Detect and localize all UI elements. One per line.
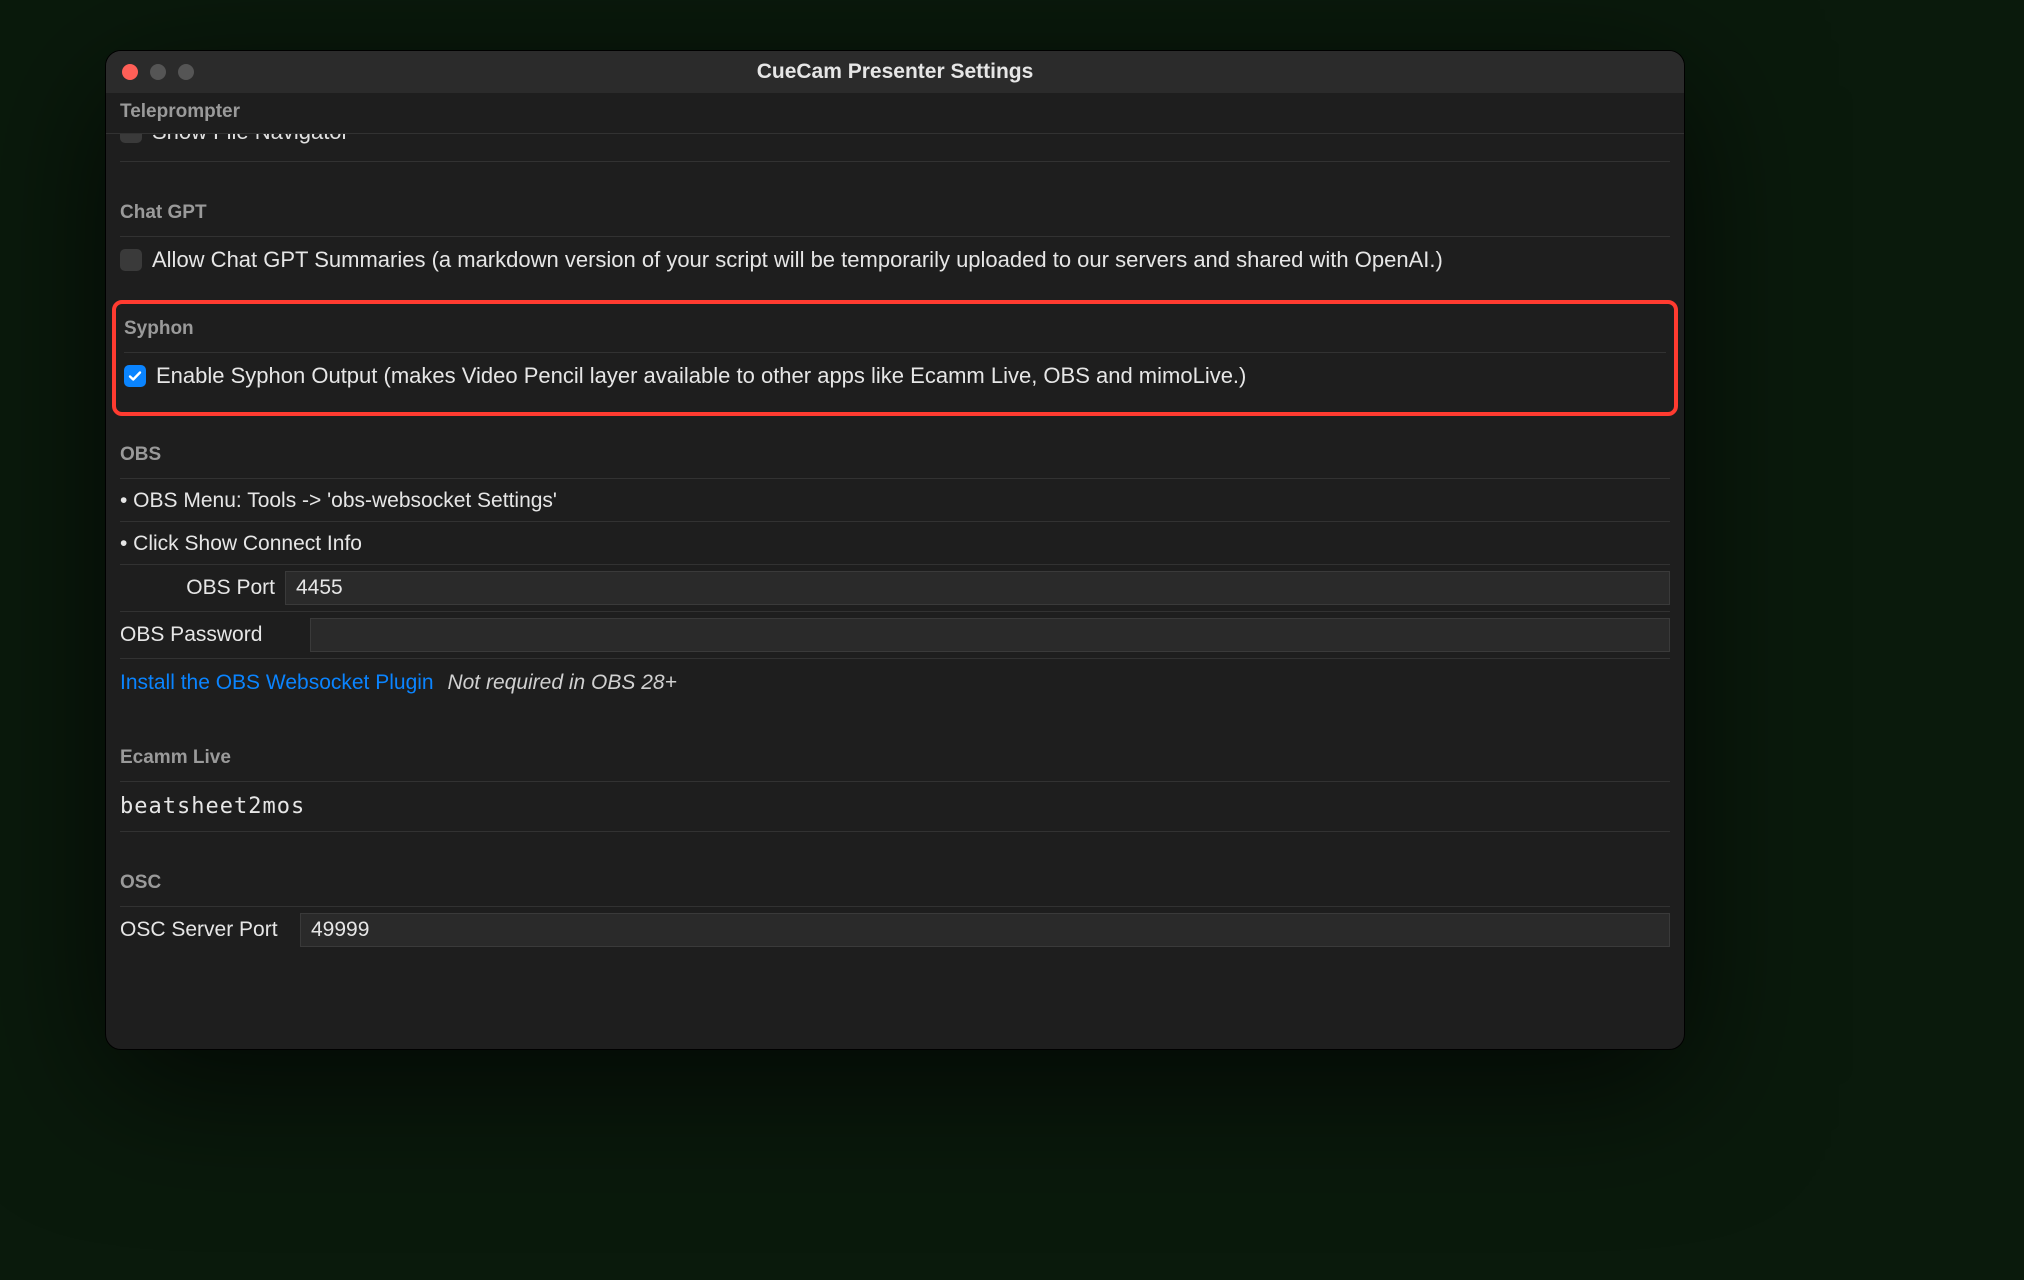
settings-scroll-area[interactable]: Show File Navigator Chat GPT Allow Chat …	[106, 134, 1684, 1049]
chatgpt-summaries-label: Allow Chat GPT Summaries (a markdown ver…	[152, 247, 1443, 273]
show-file-navigator-checkbox[interactable]	[120, 134, 142, 143]
syphon-enable-label: Enable Syphon Output (makes Video Pencil…	[156, 363, 1246, 389]
chatgpt-summaries-row: Allow Chat GPT Summaries (a markdown ver…	[120, 236, 1670, 282]
section-header-obs: OBS	[120, 416, 1670, 478]
section-header-syphon: Syphon	[124, 308, 1666, 352]
osc-port-label: OSC Server Port	[120, 918, 290, 942]
window-title: CueCam Presenter Settings	[106, 60, 1684, 84]
settings-window: CueCam Presenter Settings Teleprompter S…	[105, 50, 1685, 1050]
section-header-osc: OSC	[120, 832, 1670, 906]
checkmark-icon	[127, 368, 143, 384]
titlebar: CueCam Presenter Settings	[106, 51, 1684, 93]
chatgpt-summaries-checkbox[interactable]	[120, 249, 142, 271]
obs-port-label: OBS Port	[120, 576, 275, 600]
osc-port-input[interactable]	[300, 913, 1670, 947]
obs-password-input[interactable]	[310, 618, 1670, 652]
obs-info-line-2: • Click Show Connect Info	[120, 521, 1670, 564]
obs-password-label: OBS Password	[120, 623, 300, 647]
obs-password-row: OBS Password	[120, 611, 1670, 658]
obs-plugin-row: Install the OBS Websocket Plugin Not req…	[120, 658, 1670, 707]
teleprompter-show-file-navigator-row: Show File Navigator	[120, 134, 1670, 162]
obs-port-input[interactable]	[285, 571, 1670, 605]
syphon-enable-row: Enable Syphon Output (makes Video Pencil…	[124, 352, 1666, 398]
obs-port-row: OBS Port	[120, 564, 1670, 611]
syphon-highlight-box: Syphon Enable Syphon Output (makes Video…	[112, 300, 1678, 416]
obs-plugin-note: Not required in OBS 28+	[447, 671, 676, 694]
syphon-enable-checkbox[interactable]	[124, 365, 146, 387]
obs-websocket-plugin-link[interactable]: Install the OBS Websocket Plugin	[120, 671, 434, 694]
show-file-navigator-label: Show File Navigator	[152, 134, 349, 145]
section-header-chatgpt: Chat GPT	[120, 162, 1670, 236]
ecamm-value: beatsheet2mos	[120, 781, 1670, 831]
osc-port-row: OSC Server Port	[120, 906, 1670, 953]
section-header-ecamm: Ecamm Live	[120, 707, 1670, 781]
obs-info-line-1: • OBS Menu: Tools -> 'obs-websocket Sett…	[120, 478, 1670, 521]
